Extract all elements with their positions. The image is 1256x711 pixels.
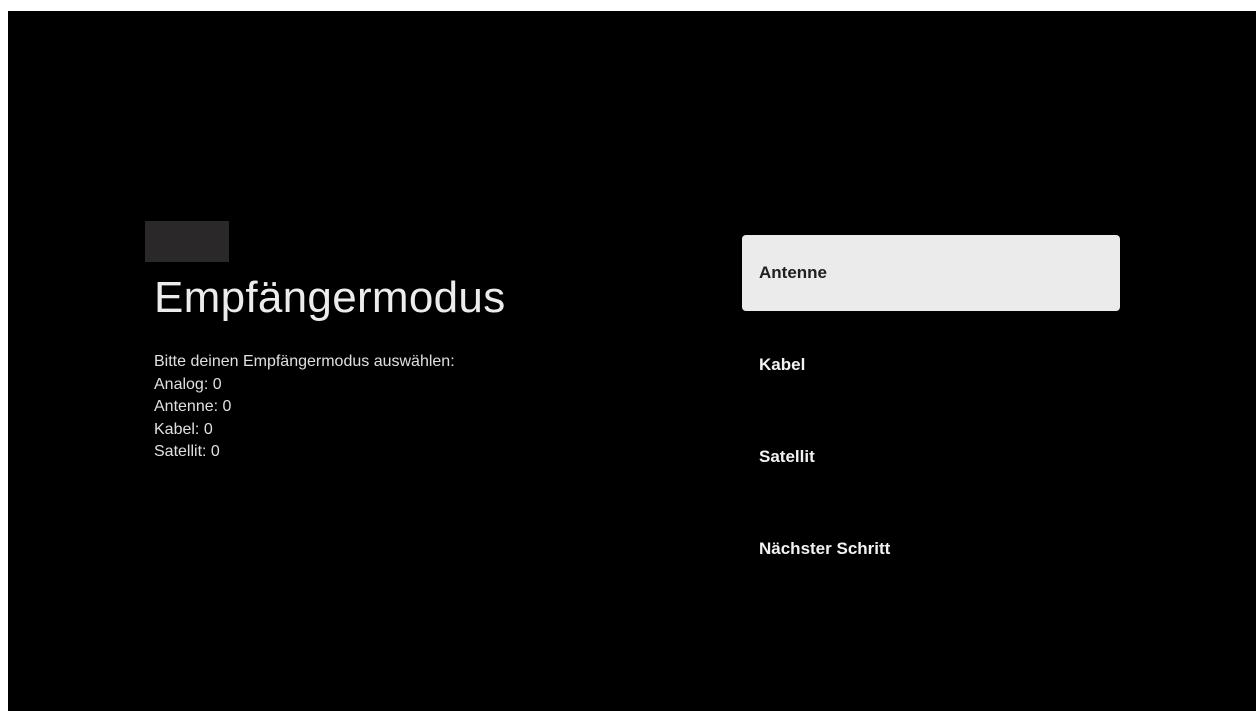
channel-count-antenne: Antenne: 0 [154,398,232,415]
description-block: Bitte deinen Empfängermodus auswählen: A… [154,351,455,464]
description-prompt: Bitte deinen Empfängermodus auswählen: [154,353,455,370]
tv-screen: Empfängermodus Bitte deinen Empfängermod… [8,11,1256,711]
channel-count-satellit: Satellit: 0 [154,443,220,460]
menu-item-next-step[interactable]: Nächster Schritt [742,511,1120,587]
menu-item-label: Antenne [759,263,827,282]
receiver-mode-menu: Antenne Kabel Satellit Nächster Schritt [742,235,1120,603]
menu-item-antenne[interactable]: Antenne [742,235,1120,311]
menu-item-kabel[interactable]: Kabel [742,327,1120,403]
menu-item-label: Kabel [759,355,806,374]
channel-count-kabel: Kabel: 0 [154,420,213,438]
channel-count-analog: Analog: 0 [154,375,222,393]
menu-item-satellit[interactable]: Satellit [742,419,1120,495]
menu-item-label: Nächster Schritt [759,539,891,558]
menu-item-label: Satellit [759,447,815,466]
page-title: Empfängermodus [154,273,506,322]
brand-logo-placeholder [145,221,229,262]
